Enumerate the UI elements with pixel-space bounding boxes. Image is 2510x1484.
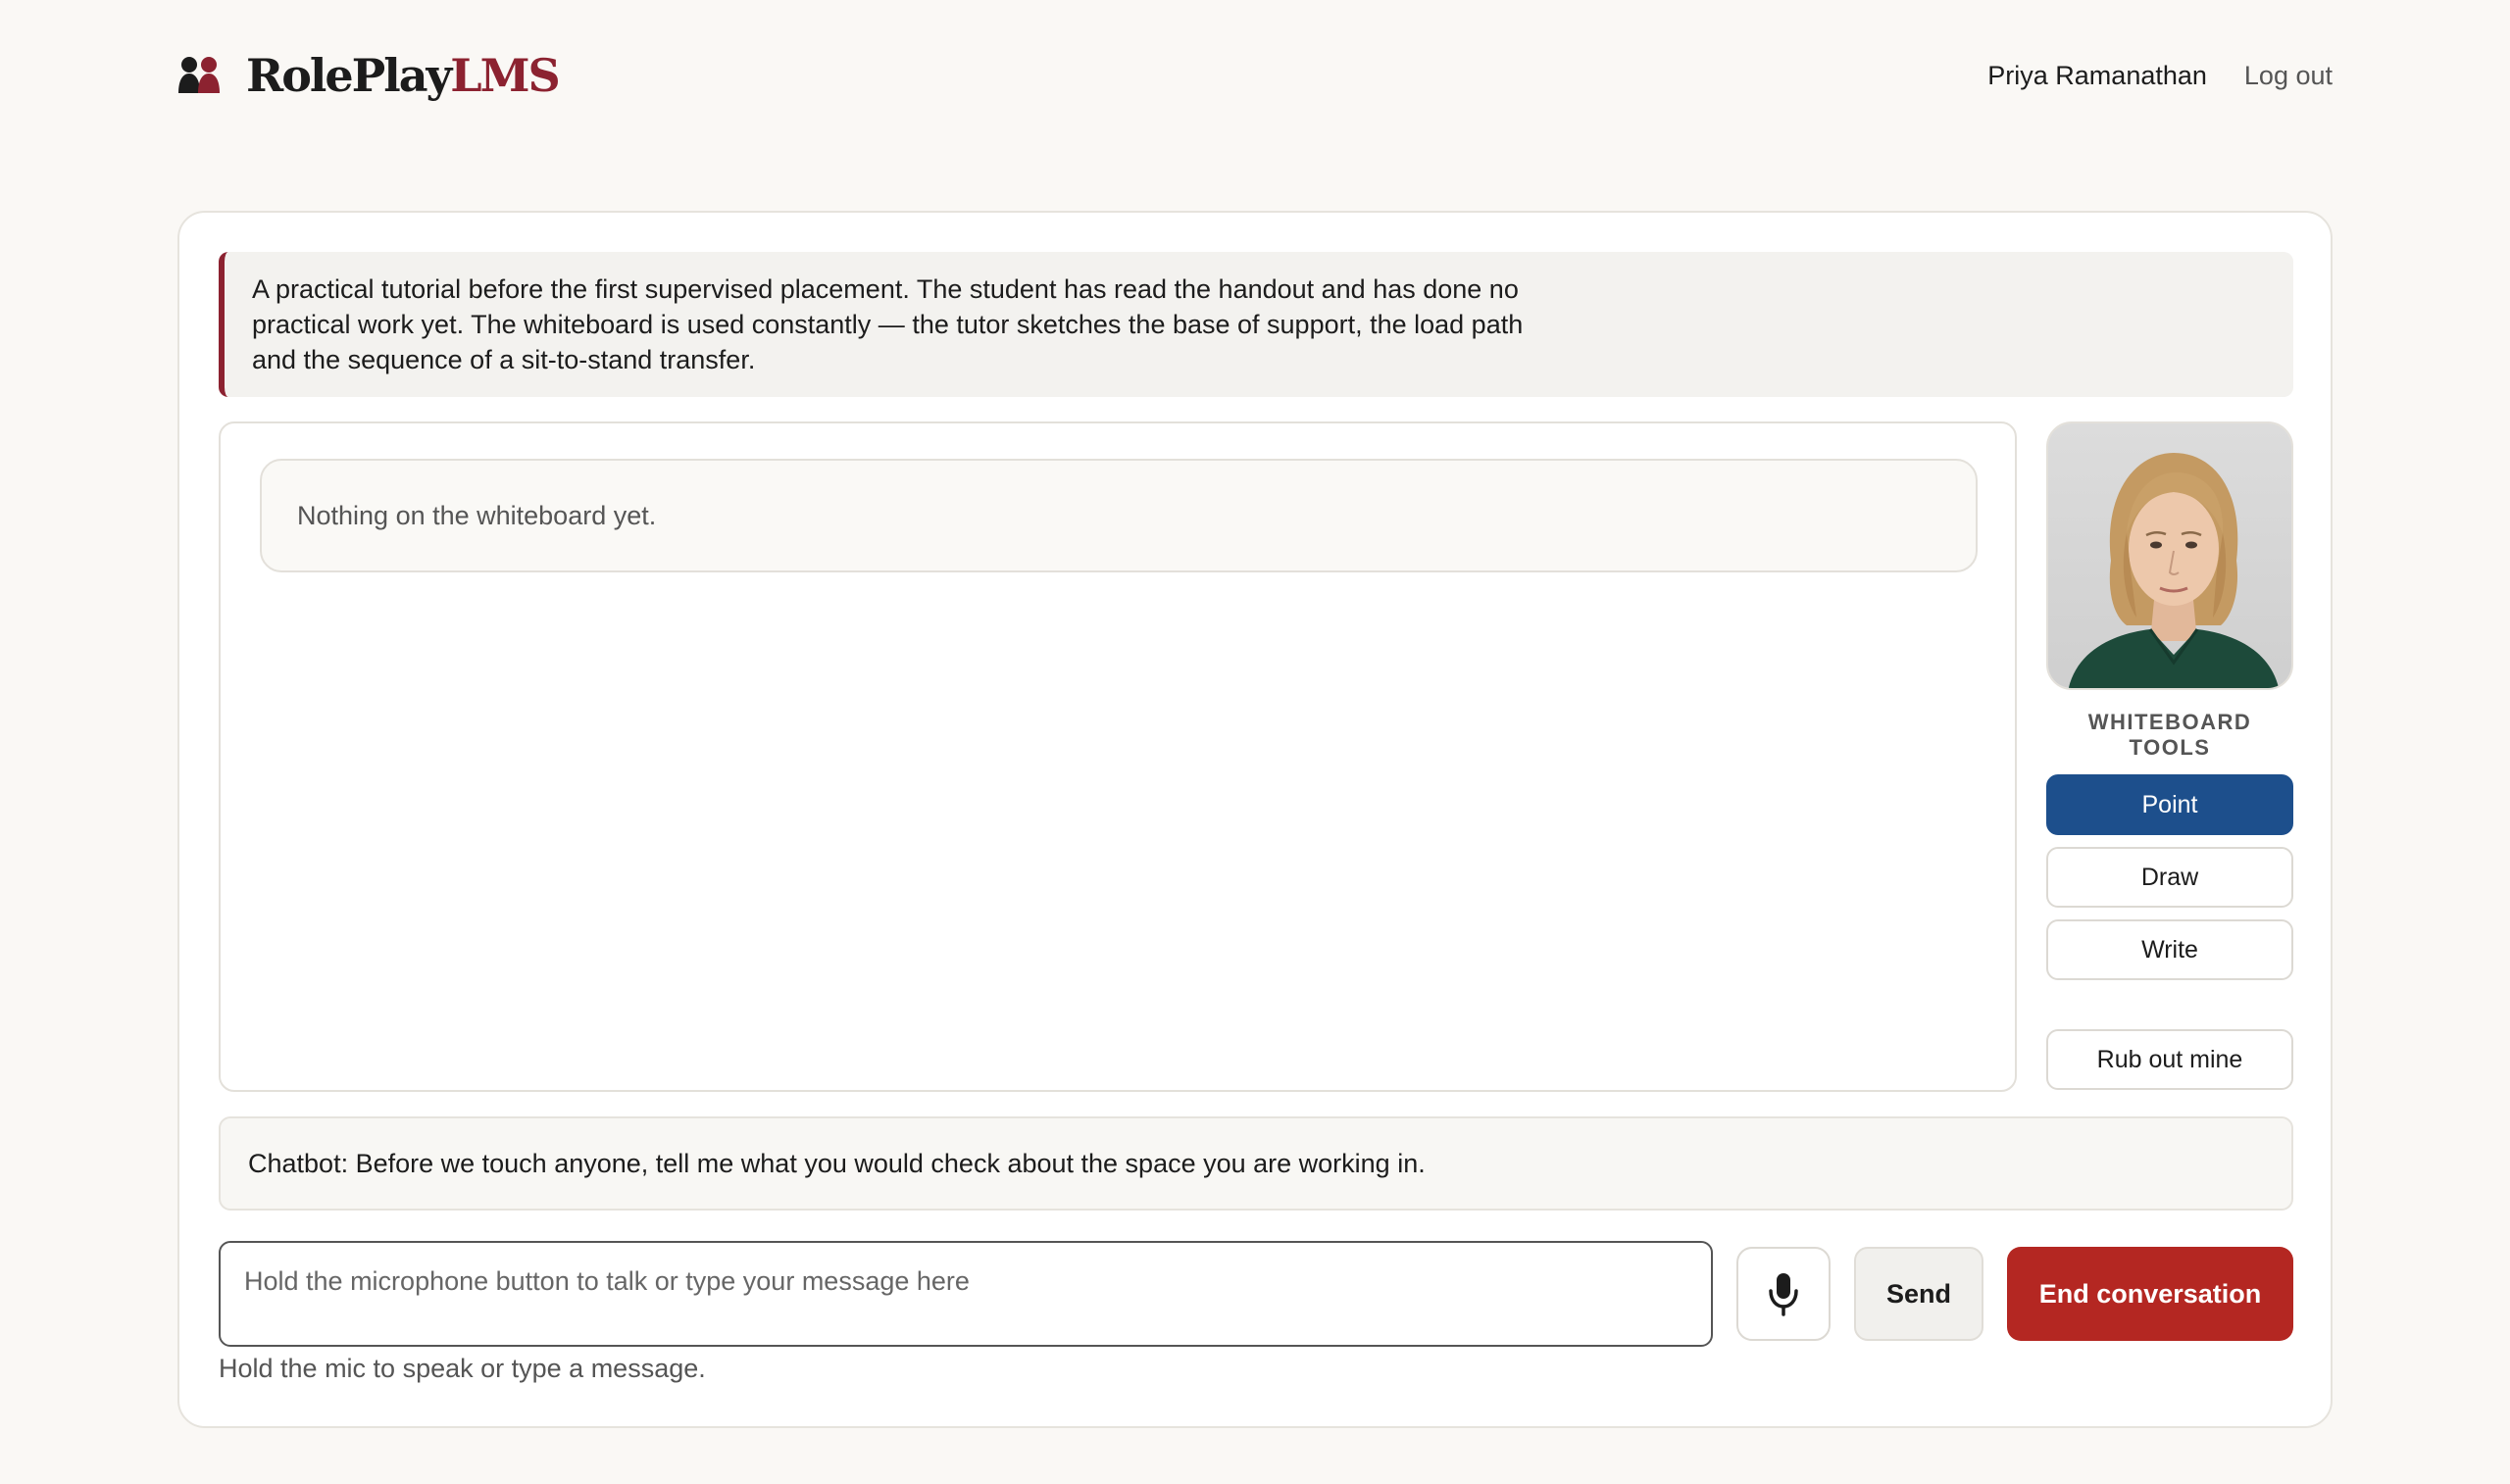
message-input[interactable] xyxy=(219,1241,1713,1347)
brand[interactable]: RolePlayLMS xyxy=(177,49,561,102)
composer-hint: Hold the mic to speak or type a message. xyxy=(219,1354,706,1383)
end-conversation-button[interactable]: End conversation xyxy=(2007,1247,2293,1341)
tool-draw-button[interactable]: Draw xyxy=(2046,847,2293,908)
scenario-description: A practical tutorial before the first su… xyxy=(219,252,2293,397)
user-area: Priya Ramanathan Log out xyxy=(1987,61,2333,91)
chatbot-message: Chatbot: Before we touch anyone, tell me… xyxy=(219,1116,2293,1211)
conversation-card: A practical tutorial before the first su… xyxy=(177,211,2333,1428)
rub-out-mine-button[interactable]: Rub out mine xyxy=(2046,1029,2293,1090)
top-bar: RolePlayLMS Priya Ramanathan Log out xyxy=(177,43,2333,108)
microphone-icon xyxy=(1769,1273,1798,1316)
roleplay-logo-icon xyxy=(178,57,220,93)
tutor-avatar xyxy=(2046,421,2293,690)
logout-link[interactable]: Log out xyxy=(2244,61,2333,91)
whiteboard-canvas[interactable]: Nothing on the whiteboard yet. xyxy=(219,421,2017,1092)
brand-name-accent: LMS xyxy=(450,49,560,102)
whiteboard-sidebar: WHITEBOARD TOOLS Point Draw Write Rub ou… xyxy=(2046,421,2293,1092)
whiteboard-tools-label: WHITEBOARD TOOLS xyxy=(2087,710,2252,760)
microphone-button[interactable] xyxy=(1736,1247,1831,1341)
scenario-text: A practical tutorial before the first su… xyxy=(252,274,1524,374)
brand-name: RolePlayLMS xyxy=(246,49,561,102)
brand-name-main: RolePlay xyxy=(246,49,452,102)
send-button[interactable]: Send xyxy=(1854,1247,1983,1341)
tool-write-button[interactable]: Write xyxy=(2046,919,2293,980)
user-name: Priya Ramanathan xyxy=(1987,60,2207,90)
tool-point-button[interactable]: Point xyxy=(2046,774,2293,835)
tutor-portrait-icon xyxy=(2048,423,2291,688)
composer: Send End conversation xyxy=(219,1241,2293,1349)
whiteboard-empty-message: Nothing on the whiteboard yet. xyxy=(260,459,1978,572)
